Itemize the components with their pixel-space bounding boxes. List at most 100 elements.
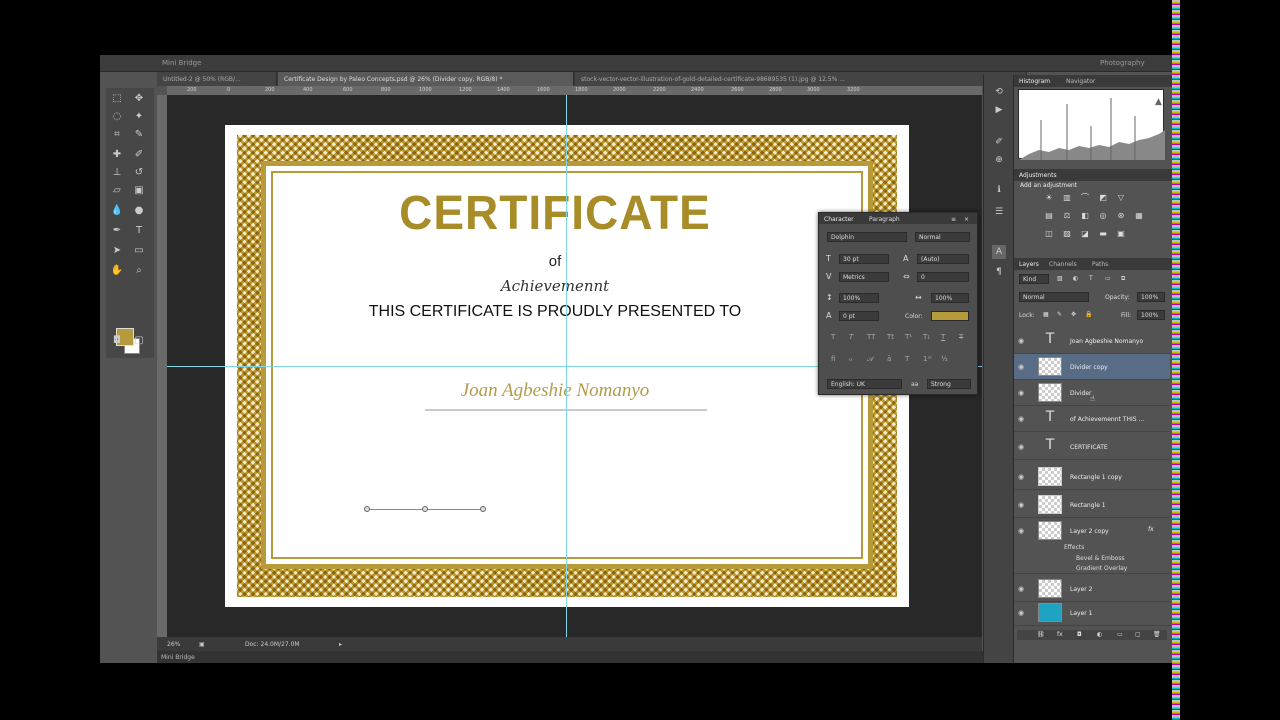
workspace-switcher[interactable]: Photography (1100, 59, 1145, 67)
old-style-icon[interactable]: ℴ (849, 355, 852, 363)
healing-brush-icon[interactable]: ✚ (110, 148, 124, 162)
tab-channels[interactable]: Channels (1049, 261, 1077, 268)
screen-mode-icon[interactable]: ▢ (132, 334, 146, 348)
titling-icon[interactable]: T (905, 355, 909, 363)
effect-gradient-overlay[interactable]: Gradient Overlay (1076, 565, 1127, 572)
layer-row[interactable]: ◉ Divider ☝ (1014, 380, 1170, 406)
tab-paragraph[interactable]: Paragraph (869, 216, 900, 223)
history-icon[interactable]: ⟲ (992, 85, 1006, 99)
path-anchor-point[interactable] (364, 506, 370, 512)
selective-color-icon[interactable]: ▣ (1116, 229, 1126, 239)
channel-mixer-icon[interactable]: ⊛ (1116, 211, 1126, 221)
swash-icon[interactable]: 𝒜 (867, 355, 874, 364)
tab-untitled[interactable]: Untitled-2 @ 50% (RGB/... (157, 72, 277, 86)
fractions-icon[interactable]: ½ (941, 355, 948, 363)
exposure-icon[interactable]: ◩ (1098, 193, 1108, 203)
underline-icon[interactable]: T (941, 333, 945, 341)
path-anchor-point[interactable] (480, 506, 486, 512)
font-style-select[interactable]: Normal (915, 232, 970, 242)
hand-tool-icon[interactable]: ✋ (110, 264, 124, 278)
levels-icon[interactable]: ▥ (1062, 193, 1072, 203)
ordinals-icon[interactable]: 1ˢᵗ (923, 355, 932, 363)
brush-tool-icon[interactable]: ✐ (132, 148, 146, 162)
lock-pixels-icon[interactable]: ✎ (1057, 311, 1062, 318)
panel-close-icon[interactable]: × (964, 216, 969, 223)
filter-smart-icon[interactable]: ⧉ (1121, 275, 1125, 283)
tab-adjustments[interactable]: Adjustments (1019, 172, 1057, 179)
new-layer-icon[interactable]: ▢ (1135, 631, 1141, 638)
clone-source-icon[interactable]: ⊕ (992, 153, 1006, 167)
lock-position-icon[interactable]: ✥ (1071, 311, 1076, 318)
move-tool-icon[interactable]: ✥ (132, 92, 146, 106)
layer-row[interactable]: ◉ T CERTIFICATE (1014, 434, 1170, 460)
layer-row[interactable]: ◉ Rectangle 1 copy (1014, 464, 1170, 490)
ligature-icon[interactable]: fi (831, 355, 835, 363)
lock-all-icon[interactable]: 🔒 (1085, 311, 1092, 318)
layer-row[interactable]: ◉ Layer 2 copy fx Effects Bevel & Emboss… (1014, 518, 1170, 574)
path-anchor-point[interactable] (422, 506, 428, 512)
visibility-eye-icon[interactable]: ◉ (1018, 585, 1024, 593)
path-selection-icon[interactable]: ➤ (110, 244, 124, 258)
link-layers-icon[interactable]: ⛓ (1037, 631, 1045, 638)
visibility-eye-icon[interactable]: ◉ (1018, 527, 1024, 535)
shape-tool-icon[interactable]: ▭ (132, 244, 146, 258)
add-style-icon[interactable]: fx (1057, 631, 1063, 638)
marquee-tool-icon[interactable]: ⬚ (110, 92, 124, 106)
layer-row[interactable]: ◉ Layer 2 (1014, 576, 1170, 602)
color-balance-icon[interactable]: ⚖ (1062, 211, 1072, 221)
all-caps-icon[interactable]: TT (867, 333, 875, 341)
info-icon[interactable]: ℹ (992, 183, 1006, 197)
visibility-eye-icon[interactable]: ◉ (1018, 363, 1024, 371)
layer-row[interactable]: ◉ T of Achievemennt THIS ... (1014, 406, 1170, 432)
tab-navigator[interactable]: Navigator (1066, 78, 1095, 85)
horizontal-scale-field[interactable]: 100% (931, 293, 969, 303)
panel-menu-icon[interactable]: ≡ (951, 216, 956, 223)
tab-histogram[interactable]: Histogram (1019, 78, 1050, 85)
tab-paths[interactable]: Paths (1092, 261, 1108, 268)
new-adjustment-icon[interactable]: ◐ (1097, 631, 1102, 638)
filter-pixel-icon[interactable]: ▨ (1057, 275, 1063, 282)
tab-layers[interactable]: Layers (1019, 261, 1039, 268)
black-white-icon[interactable]: ◧ (1080, 211, 1090, 221)
faux-italic-icon[interactable]: T (849, 333, 853, 341)
eyedropper-icon[interactable]: ✎ (132, 128, 146, 142)
layer-row[interactable]: ◉ Layer 1 (1014, 600, 1170, 626)
text-color-swatch[interactable] (931, 311, 969, 321)
threshold-icon[interactable]: ◪ (1080, 229, 1090, 239)
new-group-icon[interactable]: ▭ (1117, 631, 1123, 638)
tab-character[interactable]: Character (824, 216, 854, 223)
superscript-icon[interactable]: T¹ (905, 333, 912, 341)
visibility-eye-icon[interactable]: ◉ (1018, 337, 1024, 345)
filter-adjustment-icon[interactable]: ◐ (1073, 275, 1078, 282)
lasso-tool-icon[interactable]: ◌ (110, 110, 124, 124)
filter-shape-icon[interactable]: ▭ (1105, 275, 1111, 282)
visibility-eye-icon[interactable]: ◉ (1018, 389, 1024, 397)
tab-stock-vector[interactable]: stock-vector-vector-illustration-of-gold… (575, 72, 1027, 86)
kerning-field[interactable]: Metrics (839, 272, 889, 282)
mini-bridge-tab[interactable]: Mini Bridge (161, 654, 195, 661)
lock-transparent-icon[interactable]: ▦ (1043, 311, 1049, 318)
visibility-eye-icon[interactable]: ◉ (1018, 415, 1024, 423)
photo-filter-icon[interactable]: ◎ (1098, 211, 1108, 221)
posterize-icon[interactable]: ▨ (1062, 229, 1072, 239)
strikethrough-icon[interactable]: T (959, 333, 963, 341)
vertical-scale-field[interactable]: 100% (839, 293, 879, 303)
visibility-eye-icon[interactable]: ◉ (1018, 609, 1024, 617)
properties-icon[interactable]: ☰ (992, 205, 1006, 219)
visibility-eye-icon[interactable]: ◉ (1018, 443, 1024, 451)
font-size-field[interactable]: 30 pt (839, 254, 889, 264)
leading-field[interactable]: (Auto) (917, 254, 969, 264)
dodge-tool-icon[interactable]: ● (132, 204, 146, 218)
color-lookup-icon[interactable]: ▦ (1134, 211, 1144, 221)
blend-mode-select[interactable]: Normal (1019, 292, 1089, 302)
layer-row[interactable]: ◉ T Joan Agbeshie Nomanyo (1014, 328, 1170, 354)
filter-type-icon[interactable]: T (1089, 275, 1093, 282)
layer-row[interactable]: ◉ Divider copy (1014, 354, 1170, 380)
visibility-eye-icon[interactable]: ◉ (1018, 501, 1024, 509)
magic-wand-icon[interactable]: ✦ (132, 110, 146, 124)
faux-bold-icon[interactable]: T (831, 333, 835, 341)
quick-mask-icon[interactable]: ◘ (110, 334, 124, 348)
zoom-tool-icon[interactable]: ⌕ (132, 264, 146, 278)
clone-stamp-icon[interactable]: ⊥ (110, 166, 124, 180)
history-brush-icon[interactable]: ↺ (132, 166, 146, 180)
